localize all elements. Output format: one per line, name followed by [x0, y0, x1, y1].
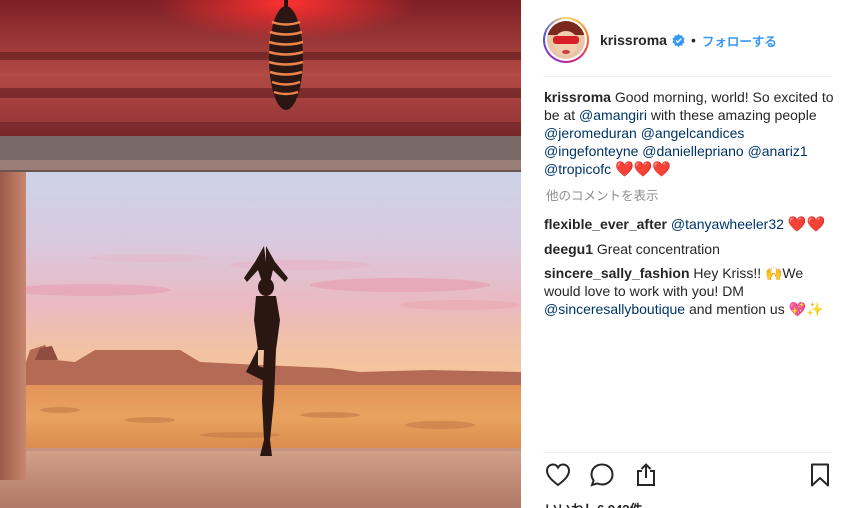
share-icon[interactable]: [633, 462, 659, 493]
comments-section: krissroma Good morning, world! So excite…: [544, 88, 834, 324]
mention-link[interactable]: @ingefonteyne: [544, 143, 638, 159]
sparkle-heart-emoji: 💖✨: [788, 301, 824, 317]
post-photo[interactable]: [0, 0, 521, 508]
speech-bubble-icon[interactable]: [589, 462, 615, 493]
caption-username[interactable]: krissroma: [544, 89, 611, 105]
verified-badge-icon: [672, 33, 685, 47]
post-username[interactable]: krissroma: [600, 32, 667, 48]
mention-link[interactable]: @jeromeduran: [544, 125, 637, 141]
comment-item: sincere_sally_fashion Hey Kriss!! 🙌We wo…: [544, 264, 834, 318]
comment-username[interactable]: flexible_ever_after: [544, 216, 667, 232]
heart-emoji: ❤️❤️❤️: [615, 161, 672, 178]
mention-link[interactable]: @amangiri: [579, 107, 647, 123]
story-ring[interactable]: [543, 17, 589, 63]
avatar: [547, 21, 585, 59]
comment-text: Great concentration: [596, 241, 720, 257]
caption: krissroma Good morning, world! So excite…: [544, 88, 834, 179]
actions-divider: [543, 452, 832, 453]
caption-text-2: with these amazing people: [650, 107, 817, 123]
mention-link[interactable]: @anariz1: [748, 143, 808, 159]
heart-emoji: ❤️❤️: [787, 216, 826, 233]
mention-link[interactable]: @tropicofc: [544, 161, 611, 177]
comment-text: and mention us: [688, 301, 785, 317]
separator-dot: •: [690, 32, 696, 48]
post-side-panel: krissroma • フォローする krissroma Good mornin…: [521, 0, 855, 508]
mention-link[interactable]: @sinceresallyboutique: [544, 301, 685, 317]
follow-button[interactable]: フォローする: [702, 31, 777, 50]
comment-item: flexible_ever_after @tanyawheeler32 ❤️❤️: [544, 215, 834, 234]
comment-item: deegu1 Great concentration: [544, 240, 834, 258]
mention-link[interactable]: @angelcandices: [641, 125, 745, 141]
heart-outline-icon[interactable]: [545, 462, 571, 493]
post-actions: [543, 462, 833, 492]
load-more-comments-button[interactable]: 他のコメントを表示: [546, 187, 834, 205]
comment-username[interactable]: sincere_sally_fashion: [544, 265, 690, 281]
bookmark-icon[interactable]: [807, 462, 833, 493]
mention-link[interactable]: @daniellepriano: [642, 143, 743, 159]
likes-count[interactable]: いいね！6,942件: [545, 499, 643, 508]
mention-link[interactable]: @tanyawheeler32: [671, 216, 784, 232]
yoga-silhouette-photo: [0, 0, 521, 508]
post-header: krissroma • フォローする: [543, 12, 833, 68]
header-divider: [543, 76, 832, 77]
comment-username[interactable]: deegu1: [544, 241, 593, 257]
